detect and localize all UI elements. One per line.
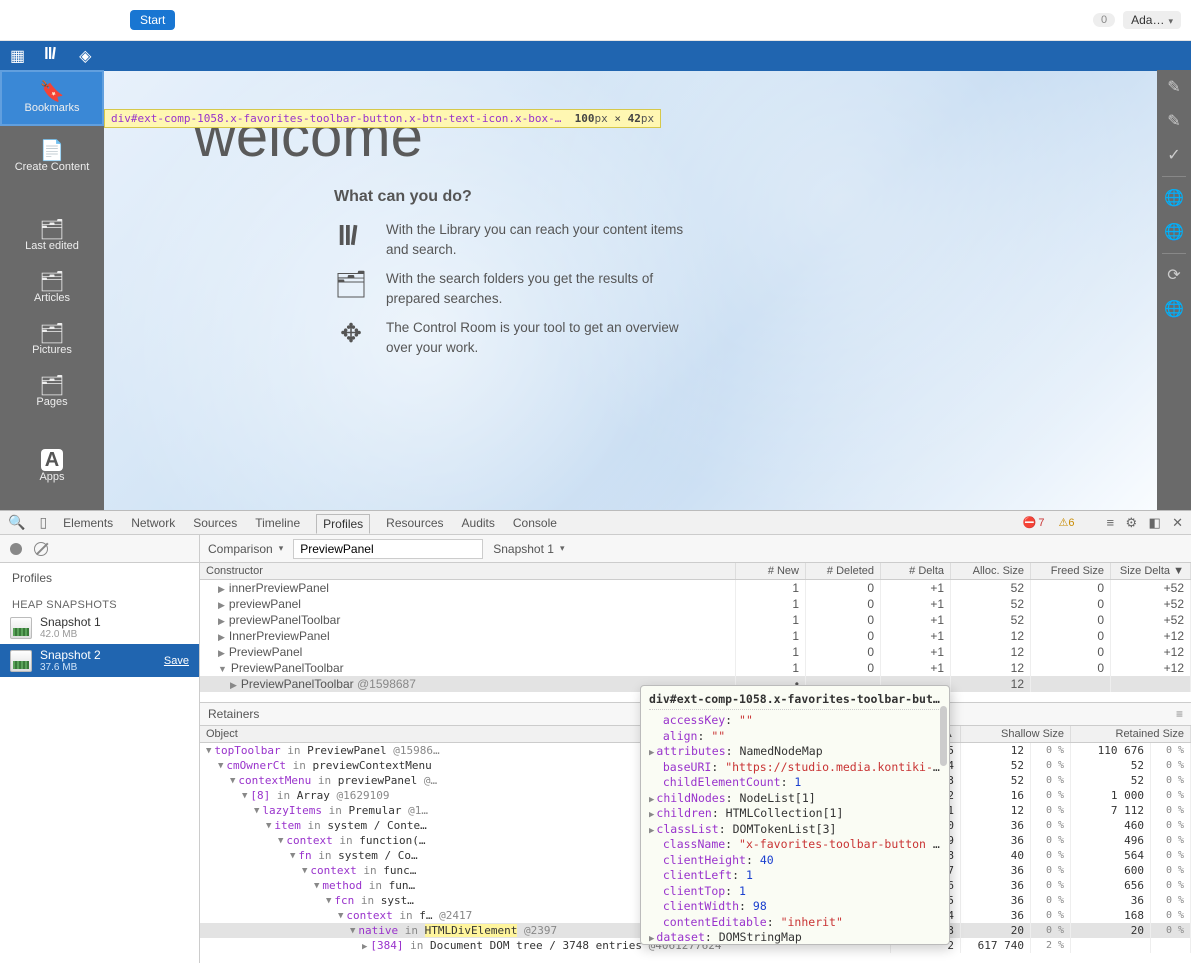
rail-refresh-icon[interactable]: ⟳ <box>1157 258 1191 292</box>
create-icon: 📄 <box>40 141 65 161</box>
table-row[interactable]: ▶innerPreviewPanel10+1520+52 <box>200 580 1191 597</box>
left-sidebar: ▦ ◈ 🔖 Bookmarks 📄 Create Content 🗂 Last … <box>0 41 104 510</box>
clear-button[interactable] <box>34 542 48 556</box>
sidebar-item-label: Last edited <box>25 240 79 252</box>
base-snapshot-dropdown[interactable]: Snapshot 1 <box>493 542 564 556</box>
heap-snapshots-header: HEAP SNAPSHOTS <box>0 589 199 611</box>
content-area: div#ext-comp-1058.x-favorites-toolbar-bu… <box>104 41 1157 510</box>
drawer-icon[interactable]: ≡ <box>1107 515 1115 530</box>
top-bar: Start 0 Ada… <box>0 0 1191 41</box>
retainers-menu-icon[interactable]: ≡ <box>1176 707 1183 721</box>
user-menu[interactable]: Ada… <box>1123 11 1181 29</box>
sidebar-mode-tabs: ▦ ◈ <box>0 41 104 70</box>
error-count[interactable]: ⛔7 <box>1023 516 1045 529</box>
sidebar-divider <box>0 188 104 210</box>
sidebar-item-articles[interactable]: 🗂 Articles <box>0 262 104 314</box>
tab-network[interactable]: Network <box>129 513 177 533</box>
table-row[interactable]: ▼PreviewPanelToolbar10+1120+12 <box>200 660 1191 676</box>
rail-globe-1[interactable]: 🌐 <box>1157 181 1191 215</box>
tab-timeline[interactable]: Timeline <box>253 513 302 533</box>
sidebar-item-label: Pages <box>36 396 67 408</box>
devtools-panel: 🔍 ▯ Elements Network Sources Timeline Pr… <box>0 510 1191 963</box>
tab-audits[interactable]: Audits <box>460 513 497 533</box>
table-row[interactable]: ▶InnerPreviewPanel10+1120+12 <box>200 628 1191 644</box>
tab-profiles[interactable]: Profiles <box>316 514 370 534</box>
welcome-row-controlroom: ✥ The Control Room is your tool to get a… <box>334 318 1067 357</box>
snapshot-icon <box>10 650 32 672</box>
welcome-row-library: With the Library you can reach your cont… <box>334 220 1067 259</box>
articles-icon: 🗂 <box>39 272 64 292</box>
sidebar-item-pictures[interactable]: 🗂 Pictures <box>0 314 104 366</box>
sidebar-item-label: Bookmarks <box>24 102 79 114</box>
device-icon[interactable]: ▯ <box>39 514 47 531</box>
save-link[interactable]: Save <box>164 655 189 667</box>
rail-icon-1[interactable]: ✎ <box>1157 70 1191 104</box>
tab-resources[interactable]: Resources <box>384 513 445 533</box>
profiles-main: Comparison Snapshot 1 Constructor # New … <box>200 535 1191 963</box>
table-row[interactable]: ▶previewPanel10+1520+52 <box>200 596 1191 612</box>
sidebar-item-create[interactable]: 📄 Create Content <box>0 126 104 188</box>
sidebar-item-label: Apps <box>39 471 64 483</box>
sidebar-item-pages[interactable]: 🗂 Pages <box>0 366 104 418</box>
apps-icon: A <box>41 449 63 471</box>
sidebar-item-apps[interactable]: A Apps <box>0 440 104 492</box>
welcome-row-search: 🗂 With the search folders you get the re… <box>334 269 1067 308</box>
table-row[interactable]: ▶PreviewPanel10+1120+12 <box>200 644 1191 660</box>
library-icon <box>334 220 368 257</box>
close-devtools-icon[interactable]: ✕ <box>1172 515 1183 530</box>
snapshot-1[interactable]: Snapshot 1 42.0 MB <box>0 611 199 644</box>
class-filter-input[interactable] <box>293 539 483 559</box>
rail-icon-2[interactable]: ✎ <box>1157 104 1191 138</box>
sidebar-item-label: Create Content <box>15 161 90 173</box>
record-button[interactable] <box>10 543 22 555</box>
rail-globe-3[interactable]: 🌐 <box>1157 292 1191 326</box>
target-icon[interactable]: ◈ <box>79 46 91 66</box>
object-hover-popup: div#ext-comp-1058.x-favorites-toolbar-bu… <box>640 685 950 945</box>
profiles-sidebar: Profiles HEAP SNAPSHOTS Snapshot 1 42.0 … <box>0 535 200 963</box>
warning-count[interactable]: ⚠6 <box>1059 516 1075 529</box>
main-row: ▦ ◈ 🔖 Bookmarks 📄 Create Content 🗂 Last … <box>0 41 1191 510</box>
sidebar-divider <box>0 418 104 440</box>
rail-icon-check[interactable]: ✓ <box>1157 138 1191 172</box>
sidebar-item-bookmarks[interactable]: 🔖 Bookmarks <box>0 70 104 126</box>
tab-console[interactable]: Console <box>511 513 559 533</box>
right-rail: ✎ ✎ ✓ 🌐 🌐 ⟳ 🌐 <box>1157 41 1191 510</box>
start-button[interactable]: Start <box>130 10 175 30</box>
bookmark-icon: 🔖 <box>40 82 65 102</box>
welcome-subtitle: What can you do? <box>334 188 1067 206</box>
rail-globe-2[interactable]: 🌐 <box>1157 215 1191 249</box>
profiles-title: Profiles <box>0 563 199 589</box>
library-icon[interactable] <box>43 44 61 67</box>
grid-icon[interactable]: ▦ <box>10 46 25 66</box>
clock-folder-icon: 🗂 <box>39 220 64 240</box>
notification-badge[interactable]: 0 <box>1093 13 1115 27</box>
inspect-icon[interactable]: 🔍 <box>8 514 25 531</box>
search-folder-icon: 🗂 <box>334 269 368 300</box>
tab-sources[interactable]: Sources <box>191 513 239 533</box>
popup-scrollbar[interactable] <box>940 706 947 766</box>
welcome-panel: welcome What can you do? With the Librar… <box>104 71 1157 510</box>
dock-icon[interactable]: ◧ <box>1148 515 1160 530</box>
comparison-grid[interactable]: Constructor # New # Deleted # Delta Allo… <box>200 563 1191 703</box>
sidebar-item-lastedited[interactable]: 🗂 Last edited <box>0 210 104 262</box>
snapshot-icon <box>10 617 32 639</box>
snapshot-2[interactable]: Snapshot 2 37.6 MB Save <box>0 644 199 677</box>
pictures-icon: 🗂 <box>39 324 64 344</box>
view-mode-dropdown[interactable]: Comparison <box>208 542 283 556</box>
element-inspect-tooltip: div#ext-comp-1058.x-favorites-toolbar-bu… <box>104 109 661 128</box>
sidebar-item-label: Pictures <box>32 344 72 356</box>
pages-icon: 🗂 <box>39 376 64 396</box>
sidebar-item-label: Articles <box>34 292 70 304</box>
settings-icon[interactable]: ⚙ <box>1125 515 1137 530</box>
table-row[interactable]: ▶previewPanelToolbar10+1520+52 <box>200 612 1191 628</box>
tab-elements[interactable]: Elements <box>61 513 115 533</box>
devtools-tabs: 🔍 ▯ Elements Network Sources Timeline Pr… <box>0 511 1191 535</box>
control-room-icon: ✥ <box>334 318 368 349</box>
